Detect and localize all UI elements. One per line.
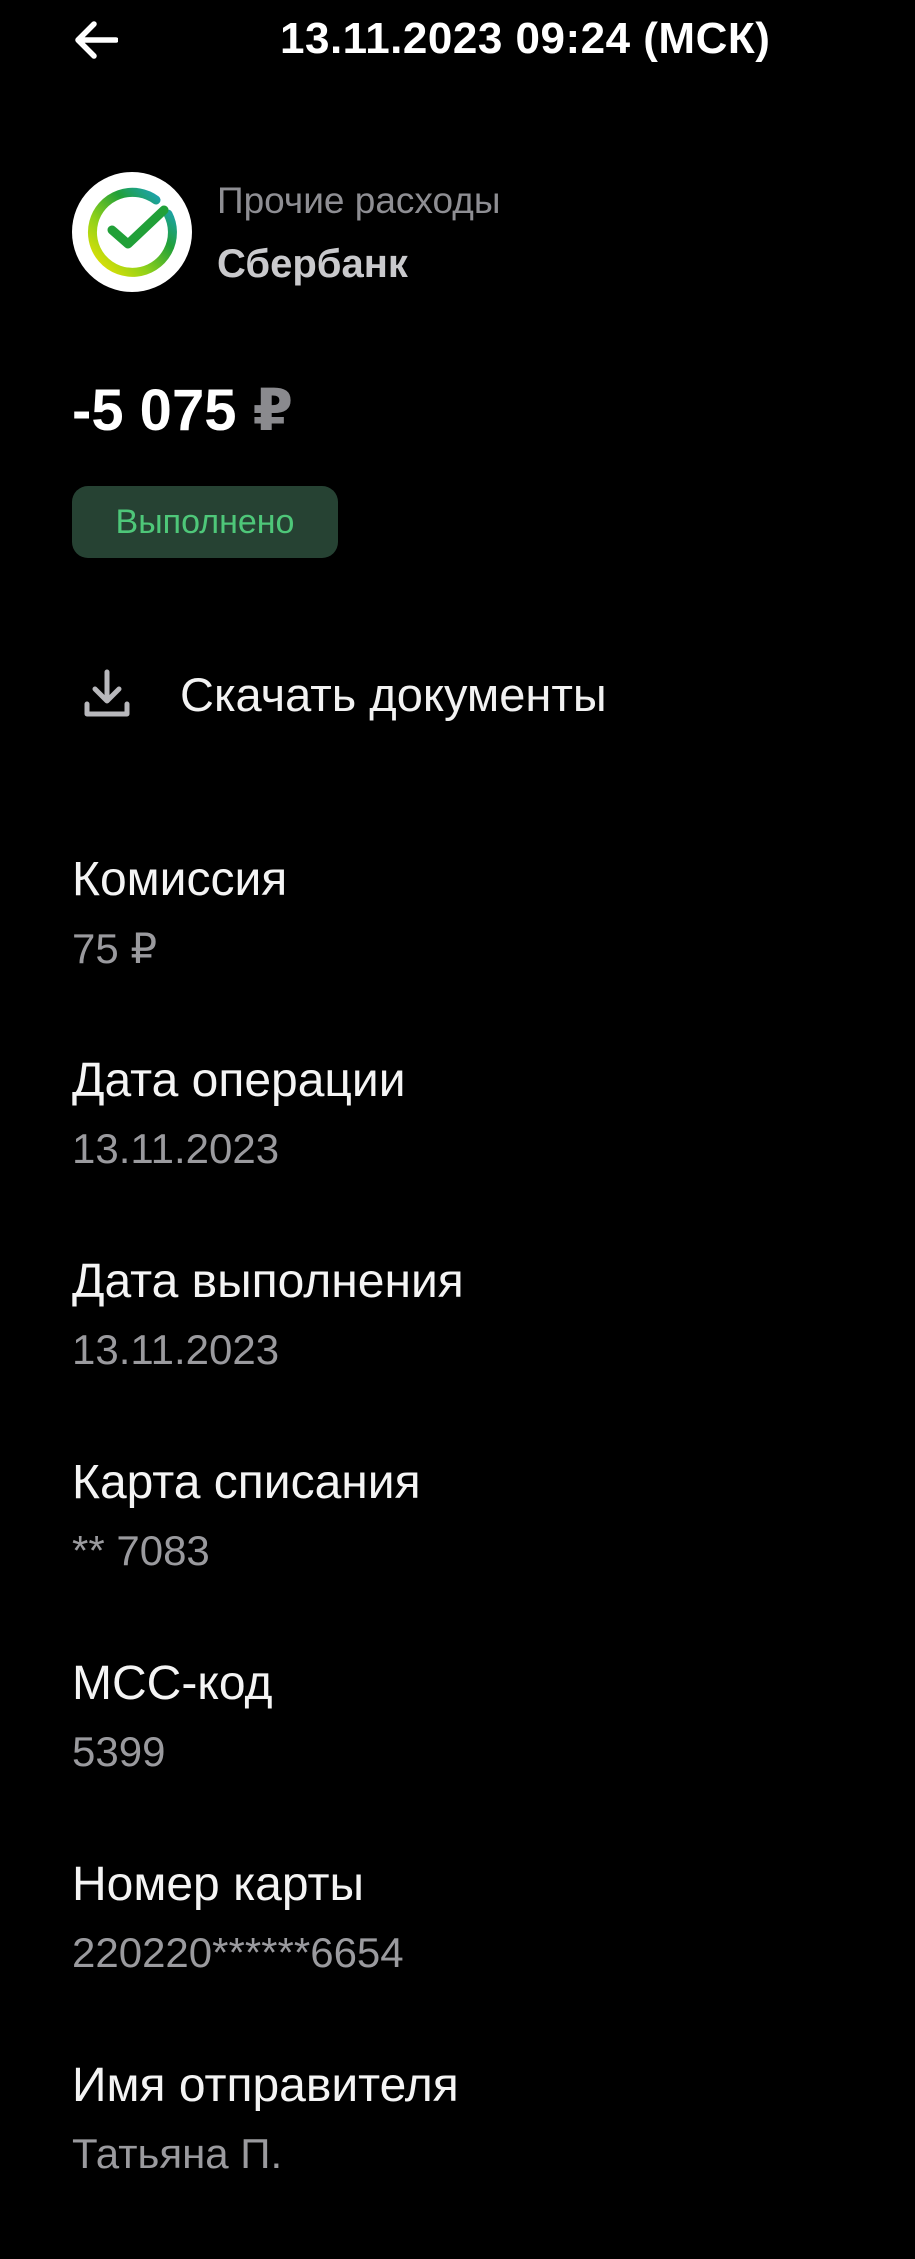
sberbank-logo-icon [72, 172, 192, 292]
detail-row-execution-date: Дата выполнения 13.11.2023 [72, 1254, 872, 1455]
detail-value: 13.11.2023 [72, 1125, 280, 1172]
arrow-left-icon [75, 21, 118, 59]
detail-value: 220220******6654 [72, 1929, 404, 1976]
detail-row-debit-card: Карта списания ** 7083 [72, 1455, 872, 1656]
detail-label: Дата операции [72, 1054, 406, 1107]
merchant-category: Прочие расходы [217, 180, 501, 221]
detail-label: Номер карты [72, 1858, 364, 1911]
page-title: 13.11.2023 09:24 (МСК) [280, 14, 771, 63]
top-bar: 13.11.2023 09:24 (МСК) [0, 0, 915, 84]
download-icon [72, 659, 142, 729]
detail-label: Имя отправителя [72, 2059, 459, 2112]
detail-row-operation-date: Дата операции 13.11.2023 [72, 1053, 872, 1254]
detail-row-mcc-code: MCC-код 5399 [72, 1656, 872, 1857]
merchant-info: Прочие расходы Сбербанк [72, 172, 852, 292]
download-label: Скачать документы [180, 667, 607, 721]
detail-row-commission: Комиссия 75 ₽ [72, 852, 872, 1053]
detail-value: 5399 [72, 1728, 166, 1775]
detail-value: Татьяна П. [72, 2130, 283, 2177]
status-badge: Выполнено [72, 486, 338, 558]
detail-label: Дата выполнения [72, 1255, 464, 1308]
transaction-amount: -5 075 ₽ [72, 376, 293, 444]
detail-value: ** 7083 [72, 1527, 210, 1574]
detail-row-card-number: Номер карты 220220******6654 [72, 1857, 872, 2058]
merchant-name: Сбербанк [217, 242, 408, 286]
detail-label: Карта списания [72, 1456, 421, 1509]
detail-label: MCC-код [72, 1657, 273, 1710]
back-button[interactable] [62, 10, 130, 70]
detail-value: 13.11.2023 [72, 1326, 280, 1373]
transaction-details: Комиссия 75 ₽ Дата операции 13.11.2023 Д… [72, 852, 872, 2259]
detail-row-sender-name: Имя отправителя Татьяна П. [72, 2058, 872, 2259]
detail-value: 75 ₽ [72, 925, 158, 972]
amount-value: -5 075 [72, 378, 237, 443]
amount-currency: ₽ [252, 378, 293, 443]
download-documents-button[interactable]: Скачать документы [72, 656, 607, 732]
detail-label: Комиссия [72, 853, 288, 906]
